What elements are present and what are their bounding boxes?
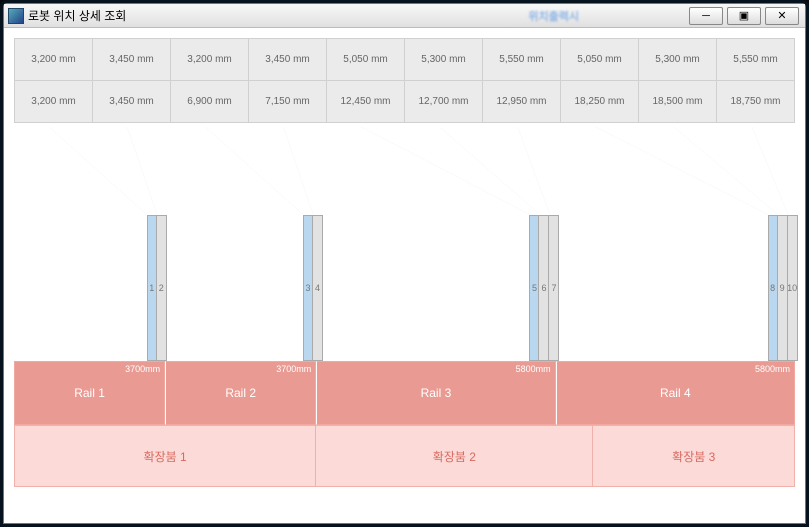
sensor-group: 8910 (768, 215, 798, 361)
sensor-column: 4 (313, 215, 323, 361)
rail-name-label: Rail 1 (74, 386, 105, 400)
sensor-column: 8 (768, 215, 778, 361)
rail-block: 5800mm Rail 4 (556, 361, 795, 425)
sensor-group: 34 (303, 215, 323, 361)
minimize-button[interactable]: ─ (689, 7, 723, 25)
table-cell: 18,500 mm (639, 81, 717, 123)
table-cell: 3,200 mm (15, 81, 93, 123)
sensor-group: 12 (147, 215, 167, 361)
diagram-area: 12345678910 3700mmRail 13700mmRail 25800… (14, 127, 795, 507)
sensor-column: 9 (778, 215, 788, 361)
app-window: 로봇 위치 상세 조회 위치출력시 ─ ▣ ✕ 3,200 mm3,450 mm… (3, 3, 806, 524)
sensor-column: 6 (539, 215, 549, 361)
titlebar-ghost-label: 위치출력시 (528, 8, 579, 24)
table-cell: 5,300 mm (639, 39, 717, 81)
extension-boom-row: 확장붐 1확장붐 2확장붐 3 (14, 425, 795, 487)
table-cell: 5,050 mm (561, 39, 639, 81)
sensor-column: 5 (529, 215, 539, 361)
table-row: 3,200 mm3,450 mm3,200 mm3,450 mm5,050 mm… (15, 39, 795, 81)
table-cell: 5,550 mm (483, 39, 561, 81)
table-cell: 3,450 mm (93, 81, 171, 123)
table-cell: 5,300 mm (405, 39, 483, 81)
window-title: 로봇 위치 상세 조회 (28, 7, 126, 24)
sensor-column: 7 (549, 215, 559, 361)
table-cell: 5,550 mm (717, 39, 795, 81)
rail-length-label: 3700mm (125, 364, 160, 374)
table-cell: 3,200 mm (15, 39, 93, 81)
sensor-column: 10 (788, 215, 798, 361)
maximize-button[interactable]: ▣ (727, 7, 761, 25)
rail-block: 5800mm Rail 3 (316, 361, 555, 425)
sensor-column: 1 (147, 215, 157, 361)
table-cell: 5,050 mm (327, 39, 405, 81)
table-cell: 7,150 mm (249, 81, 327, 123)
table-cell: 12,700 mm (405, 81, 483, 123)
table-cell: 12,450 mm (327, 81, 405, 123)
app-icon (8, 8, 24, 24)
rail-length-label: 3700mm (276, 364, 311, 374)
table-cell: 6,900 mm (171, 81, 249, 123)
sensor-column: 2 (157, 215, 167, 361)
close-button[interactable]: ✕ (765, 7, 799, 25)
sensor-columns: 12345678910 (14, 215, 795, 361)
table-row: 3,200 mm3,450 mm6,900 mm7,150 mm12,450 m… (15, 81, 795, 123)
rail-name-label: Rail 4 (660, 386, 691, 400)
extension-boom: 확장붐 3 (593, 425, 794, 487)
extension-boom: 확장붐 2 (316, 425, 593, 487)
table-cell: 12,950 mm (483, 81, 561, 123)
rail-name-label: Rail 3 (421, 386, 452, 400)
rail-name-label: Rail 2 (225, 386, 256, 400)
content-area: 3,200 mm3,450 mm3,200 mm3,450 mm5,050 mm… (4, 28, 805, 523)
rail-block: 3700mm Rail 2 (165, 361, 316, 425)
rail-length-label: 5800mm (755, 364, 790, 374)
sensor-group: 567 (529, 215, 559, 361)
table-cell: 18,250 mm (561, 81, 639, 123)
table-cell: 3,450 mm (93, 39, 171, 81)
rail-length-label: 5800mm (516, 364, 551, 374)
sensor-column: 3 (303, 215, 313, 361)
titlebar[interactable]: 로봇 위치 상세 조회 위치출력시 ─ ▣ ✕ (4, 4, 805, 28)
rail-row: 3700mmRail 13700mmRail 25800mmRail 35800… (14, 361, 795, 425)
table-cell: 3,200 mm (171, 39, 249, 81)
table-cell: 3,450 mm (249, 39, 327, 81)
rail-block: 3700mm Rail 1 (14, 361, 165, 425)
table-cell: 18,750 mm (717, 81, 795, 123)
extension-boom: 확장붐 1 (14, 425, 316, 487)
position-table: 3,200 mm3,450 mm3,200 mm3,450 mm5,050 mm… (14, 38, 795, 123)
